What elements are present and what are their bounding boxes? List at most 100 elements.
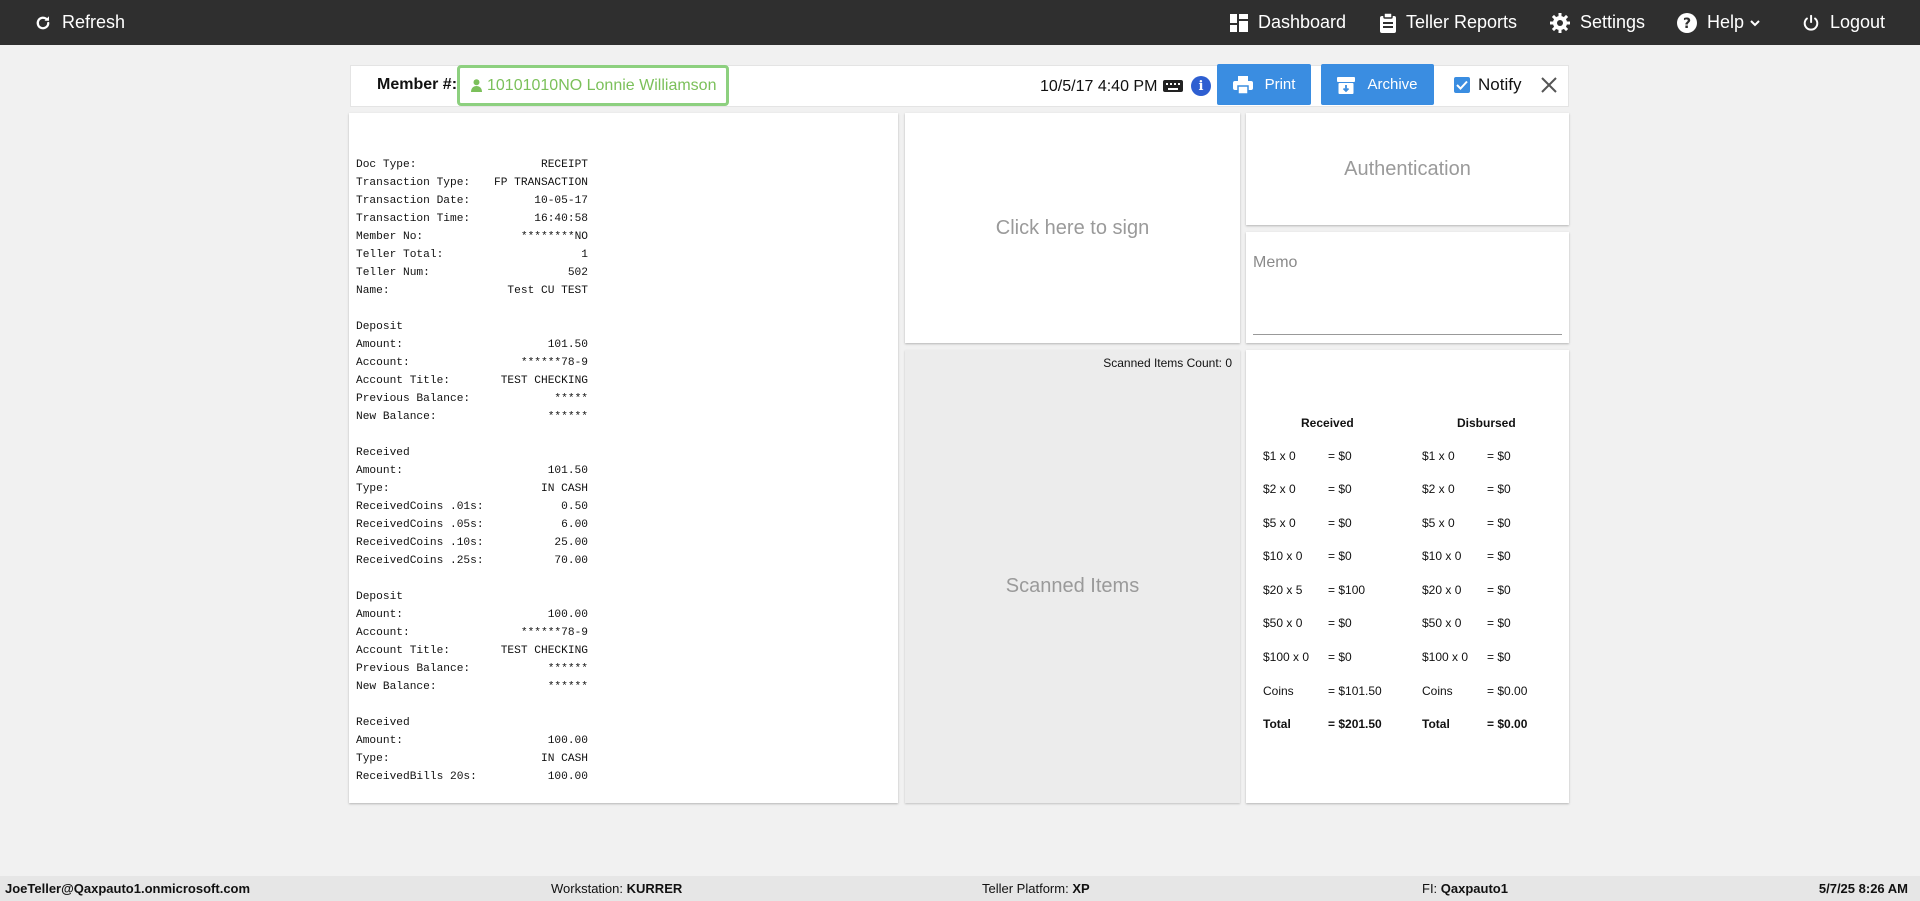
dashboard-icon (1230, 13, 1248, 32)
archive-button[interactable]: Archive (1321, 64, 1434, 105)
received-amount: = $0 (1328, 650, 1352, 664)
receipt-line (356, 570, 588, 588)
disbursed-amount: = $0 (1487, 583, 1511, 597)
receipt-line (356, 696, 588, 714)
receipt-line-label: New Balance: (356, 681, 437, 693)
received-denomination: $5 x 0 (1263, 516, 1296, 530)
teller-reports-link[interactable]: Teller Reports (1380, 0, 1517, 45)
footer-workstation: Workstation: KURRER (551, 881, 682, 896)
refresh-button[interactable]: Refresh (34, 0, 125, 45)
received-amount: = $201.50 (1328, 717, 1382, 731)
authentication-panel[interactable]: Authentication (1246, 113, 1569, 225)
receipt-line: Account Title: TEST CHECKING (356, 372, 588, 390)
receipt-line: ReceivedCoins .25s: 70.00 (356, 552, 588, 570)
disbursed-denomination: $2 x 0 (1422, 482, 1455, 496)
member-label: Member #: (377, 76, 458, 93)
receipt-line-label: Teller Total: (356, 249, 444, 261)
receipt-line: ReceivedBills 20s: 100.00 (356, 768, 588, 786)
dashboard-link[interactable]: Dashboard (1230, 0, 1346, 45)
receipt-line-value: ******78-9 (520, 357, 588, 369)
receipt-line-value: 10-05-17 (534, 195, 588, 207)
receipt-line-label: ReceivedCoins .25s: (356, 555, 484, 567)
svg-text:?: ? (1683, 16, 1691, 32)
fi-value: Qaxpauto1 (1440, 881, 1508, 896)
received-denomination: $100 x 0 (1263, 650, 1310, 664)
receipt-line-label: Received (356, 447, 410, 459)
disbursed-amount: = $0.00 (1487, 717, 1528, 731)
receipt-line-label: Previous Balance: (356, 663, 471, 675)
member-value: 10101010NO Lonnie Williamson (487, 76, 717, 94)
receipt-line: New Balance: ****** (356, 678, 588, 696)
authentication-title: Authentication (1344, 157, 1471, 180)
receipt-line-label: Account Title: (356, 645, 450, 657)
keyboard-icon[interactable] (1163, 78, 1183, 94)
receipt-line: ReceivedCoins .10s: 25.00 (356, 534, 588, 552)
settings-link[interactable]: Settings (1550, 0, 1645, 45)
disbursed-denomination: $1 x 0 (1422, 449, 1455, 463)
receipt-line: Amount: 100.00 (356, 732, 588, 750)
disbursed-amount: = $0 (1487, 549, 1511, 563)
logout-button[interactable]: Logout (1802, 0, 1885, 45)
receipt-line-value: FP TRANSACTION (494, 177, 588, 189)
receipt-line-value: 101.50 (547, 339, 588, 351)
receipt-text: Doc Type: RECEIPT Transaction Type: FP TRAN… (356, 138, 588, 786)
received-denomination: $50 x 0 (1263, 616, 1303, 630)
receipt-line: New Balance: ****** (356, 408, 588, 426)
dashboard-label: Dashboard (1258, 12, 1347, 32)
disbursed-denomination: Total (1422, 717, 1450, 731)
member-field[interactable]: 10101010NO Lonnie Williamson (457, 65, 729, 106)
receipt-line-label: Amount: (356, 609, 403, 621)
disbursed-denomination: $5 x 0 (1422, 516, 1455, 530)
receipt-line: Transaction Time: 16:40:58 (356, 210, 588, 228)
memo-field[interactable]: Memo (1246, 232, 1569, 343)
printer-icon (1232, 75, 1253, 94)
close-icon[interactable] (1540, 76, 1558, 94)
checkbox-checked-icon (1454, 77, 1470, 93)
refresh-label: Refresh (62, 12, 126, 32)
teller-reports-label: Teller Reports (1406, 12, 1518, 32)
received-amount: = $0 (1328, 516, 1352, 530)
receipt-line-label: Transaction Type: (356, 177, 471, 189)
gear-icon (1550, 12, 1570, 33)
receipt-line-value: ****** (547, 663, 588, 675)
scanned-items-panel: Scanned Items Count: 0 Scanned Items (905, 350, 1240, 803)
receipt-line-label: Previous Balance: (356, 393, 471, 405)
receipt-line: ReceivedCoins .01s: 0.50 (356, 498, 588, 516)
disbursed-amount: = $0 (1487, 616, 1511, 630)
disbursed-amount: = $0.00 (1487, 684, 1528, 698)
info-icon[interactable]: i (1191, 76, 1211, 96)
receipt-panel: Doc Type: RECEIPT Transaction Type: FP TRAN… (349, 113, 898, 803)
archive-icon (1337, 76, 1356, 94)
signature-pad[interactable]: Click here to sign (905, 113, 1240, 343)
receipt-line-label: ReceivedCoins .10s: (356, 537, 484, 549)
disbursed-denomination: $50 x 0 (1422, 616, 1462, 630)
receipt-line-label: Amount: (356, 339, 403, 351)
memo-label: Memo (1253, 254, 1298, 271)
received-amount: = $101.50 (1328, 684, 1382, 698)
receipt-line-value: 100.00 (547, 771, 588, 783)
receipt-line-value: ***** (554, 393, 588, 405)
received-amount: = $100 (1328, 583, 1366, 597)
workstation-value: KURRER (626, 881, 683, 896)
cash-summary-panel: Received Disbursed $1 x 0 = $0 $1 x 0 = $0 $… (1246, 350, 1569, 803)
receipt-line-value: ****** (547, 411, 588, 423)
notify-checkbox[interactable]: Notify (1454, 75, 1521, 95)
user-icon (471, 79, 482, 92)
receipt-line: Member No: ********NO (356, 228, 588, 246)
disbursed-denomination: $10 x 0 (1422, 549, 1462, 563)
receipt-line-label: Amount: (356, 735, 403, 747)
footer-user: JoeTeller@Qaxpauto1.onmicrosoft.com (5, 881, 251, 896)
received-amount: = $0 (1328, 549, 1352, 563)
help-menu[interactable]: ? Help (1677, 0, 1761, 45)
receipt-line-label: Type: (356, 753, 390, 765)
receipt-line: Amount: 101.50 (356, 336, 588, 354)
receipt-line-label: Teller Num: (356, 267, 430, 279)
received-amount: = $0 (1328, 482, 1352, 496)
receipt-line-value: 502 (567, 267, 588, 279)
question-icon: ? (1677, 12, 1697, 33)
receipt-line-label: Account: (356, 357, 410, 369)
print-button[interactable]: Print (1217, 64, 1311, 105)
receipt-line-label: Transaction Date: (356, 195, 471, 207)
platform-value: XP (1072, 881, 1090, 896)
receipt-line: Account: ******78-9 (356, 624, 588, 642)
